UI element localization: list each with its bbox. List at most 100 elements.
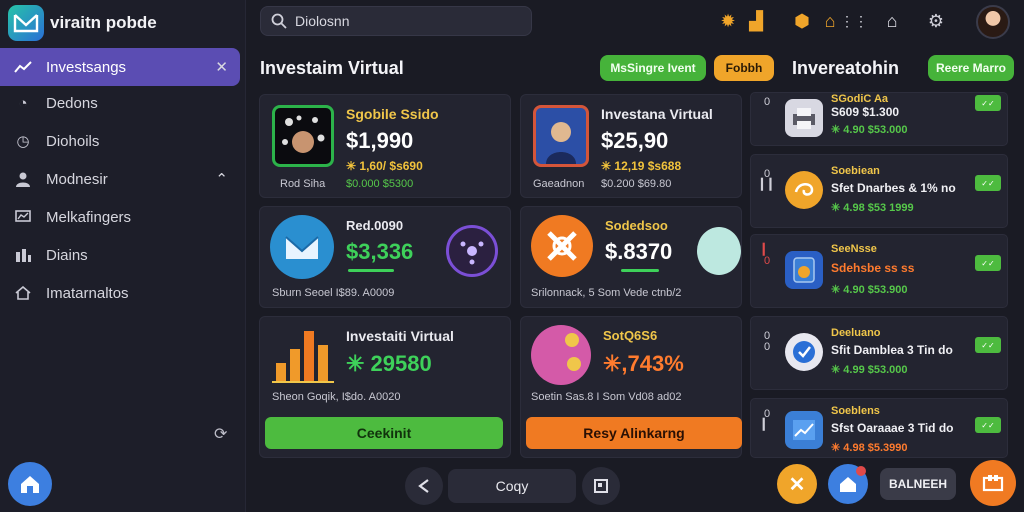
clock-icon: ◷ — [16, 133, 30, 150]
right-section-title: Invereatohin — [792, 58, 900, 78]
item-subtitle: Sfit Damblea 3 Tin do — [831, 343, 953, 357]
center-label-button[interactable]: Coqy — [448, 469, 576, 503]
bar-chart-icon — [272, 331, 334, 383]
swirl-icon — [785, 171, 823, 209]
item-rank: 0 ▎▎ — [761, 168, 778, 191]
item-subtitle: S609 $1.300 — [831, 105, 900, 119]
asset-value: $25,90 — [601, 128, 669, 153]
wallet-icon — [982, 475, 1004, 492]
globe-icon — [697, 227, 741, 275]
asset-foot-right: $0.200 $69.80 — [601, 178, 672, 190]
progress-underline — [348, 269, 394, 272]
item-value: ✳ 4.98 $53 1999 — [831, 202, 914, 214]
item-title: SGodiC Aa — [831, 93, 889, 105]
sidebar-item-dedons[interactable]: ◔ Dedons — [0, 84, 240, 122]
back-button[interactable] — [405, 467, 443, 505]
sidebar-item-diohoils[interactable]: ◷ Diohoils — [0, 122, 240, 160]
brand-name: viraitn pobde — [50, 13, 157, 32]
secondary-cta-button[interactable]: Resy Alinkarng — [526, 417, 742, 449]
list-item[interactable]: 0 SGodiC Aa S609 $1.300 ✳ 4.90 $53.000 ✓… — [750, 92, 1008, 146]
home-icon[interactable]: ⌂ — [880, 8, 904, 34]
item-subtitle: Sfst Oaraaae 3 Tid do — [831, 421, 954, 435]
chart-icon: ◔ — [18, 94, 28, 112]
home-button[interactable] — [8, 462, 52, 506]
search-input[interactable] — [295, 13, 525, 29]
building-icon[interactable]: ⌂ — [818, 8, 842, 34]
sidebar-item-diains[interactable]: Diains — [0, 236, 240, 274]
balance-button[interactable]: BALNEEH — [880, 468, 956, 500]
washer-icon — [785, 251, 823, 289]
item-rank: 0 0 — [763, 330, 771, 353]
item-value: ✳ 4.90 $53.900 — [831, 284, 908, 296]
monitor-icon — [14, 208, 32, 226]
network-icon — [446, 225, 498, 277]
close-icon[interactable]: ✕ — [215, 58, 228, 76]
item-title: Deeluano — [831, 327, 881, 339]
bucket-icon[interactable]: ▟ — [744, 8, 768, 34]
asset-name: Investana Virtual — [601, 106, 713, 122]
item-title: SeeNsse — [831, 243, 877, 255]
item-value: ✳ 4.90 $53.000 — [831, 124, 908, 136]
wallet-button[interactable] — [970, 460, 1016, 506]
asset-value: $.8370 — [605, 239, 673, 264]
item-subtitle: Sfet Dnarbes & 1% no — [831, 181, 956, 195]
asset-card[interactable]: Red.0090 $3,336 Sburn Seoel I$89. A0009 — [259, 206, 511, 308]
home-icon — [14, 284, 32, 302]
sidebar-item-label: Diains — [46, 246, 88, 264]
gear-icon[interactable]: ✹ — [716, 8, 740, 34]
green-action-button[interactable]: MsSingre Ivent — [600, 55, 706, 81]
asset-value: ✳,743% — [603, 351, 684, 376]
item-rank: 0 — [763, 96, 771, 108]
sidebar-item-melkafingers[interactable]: Melkafingers — [0, 198, 240, 236]
right-action-button[interactable]: Reere Marro — [928, 55, 1014, 81]
chevron-left-icon — [418, 479, 429, 493]
home-fab-button[interactable] — [828, 464, 868, 504]
asset-card[interactable]: Sodedsoo $.8370 Srilonnack, 5 Som Vede c… — [520, 206, 742, 308]
search-icon — [271, 13, 287, 29]
item-subtitle: Sdehsbe ss ss — [831, 261, 915, 275]
shield-icon[interactable]: ⬢ — [790, 8, 814, 34]
sidebar-item-label: Imatarnaltos — [46, 284, 129, 302]
asset-name: Sodedsoo — [605, 218, 668, 233]
chevron-up-icon[interactable]: ⌃ — [215, 170, 228, 188]
sidebar-item-imatarnaltos[interactable]: Imatarnaltos — [0, 274, 240, 312]
sidebar: viraitn pobde Investsangs ✕ ◔ Dedons ◷ D… — [0, 0, 246, 512]
asset-delta: ✳ 1,60/ $s690 — [346, 159, 423, 173]
sidebar-item-investsangs[interactable]: Investsangs ✕ — [0, 48, 240, 86]
menu-icon[interactable]: ⋮⋮ — [840, 8, 868, 34]
square-button[interactable] — [582, 467, 620, 505]
settings-icon[interactable]: ⟳ — [214, 424, 227, 444]
brand[interactable]: viraitn pobde — [8, 4, 157, 42]
sidebar-item-label: Investsangs — [46, 58, 127, 76]
asset-card[interactable]: Sgobile Ssido $1,990 ✳ 1,60/ $s690 Rod S… — [259, 94, 511, 198]
item-value: ✳ 4.98 $5.3990 — [831, 442, 908, 454]
asset-foot-left: Gaeadnon — [533, 178, 585, 190]
close-button[interactable]: ✕ — [777, 464, 817, 504]
search-box[interactable] — [260, 6, 532, 36]
list-item[interactable]: ▎ 0 SeeNsse Sdehsbe ss ss ✳ 4.90 $53.900… — [750, 234, 1008, 308]
asset-name: SotQ6S6 — [603, 328, 658, 343]
sidebar-item-label: Melkafingers — [46, 208, 132, 226]
chart-window-icon — [785, 411, 823, 449]
bars-icon — [14, 246, 32, 264]
asset-foot: Sheon Goqik, I$do. A0020 — [272, 391, 401, 403]
item-value: ✳ 4.99 $53.000 — [831, 364, 908, 376]
primary-cta-button[interactable]: Ceekinit — [265, 417, 503, 449]
sidebar-item-label: Dedons — [46, 94, 98, 112]
item-title: Soebiean — [831, 165, 880, 177]
list-item[interactable]: 0 0 Deeluano Sfit Damblea 3 Tin do ✳ 4.9… — [750, 316, 1008, 390]
list-item[interactable]: 0 ▎▎ Soebiean Sfet Dnarbes & 1% no ✳ 4.9… — [750, 154, 1008, 228]
trend-icon — [14, 58, 32, 76]
square-icon — [594, 479, 608, 493]
sidebar-item-modnesir[interactable]: Modnesir ⌃ — [0, 160, 240, 198]
cross-arrows-icon — [531, 215, 593, 277]
list-item[interactable]: 0 ▎ Soeblens Sfst Oaraaae 3 Tid do ✳ 4.9… — [750, 398, 1008, 458]
asset-card[interactable]: Investana Virtual $25,90 ✳ 12,19 $s688 G… — [520, 94, 742, 198]
settings-icon[interactable]: ⚙ — [924, 8, 948, 34]
avatar[interactable] — [976, 5, 1010, 39]
orange-action-button[interactable]: Fobbh — [714, 55, 774, 81]
asset-foot-left: Rod Siha — [280, 178, 326, 190]
envelope-icon — [270, 215, 334, 279]
notification-dot — [856, 466, 866, 476]
home-icon — [840, 477, 856, 492]
